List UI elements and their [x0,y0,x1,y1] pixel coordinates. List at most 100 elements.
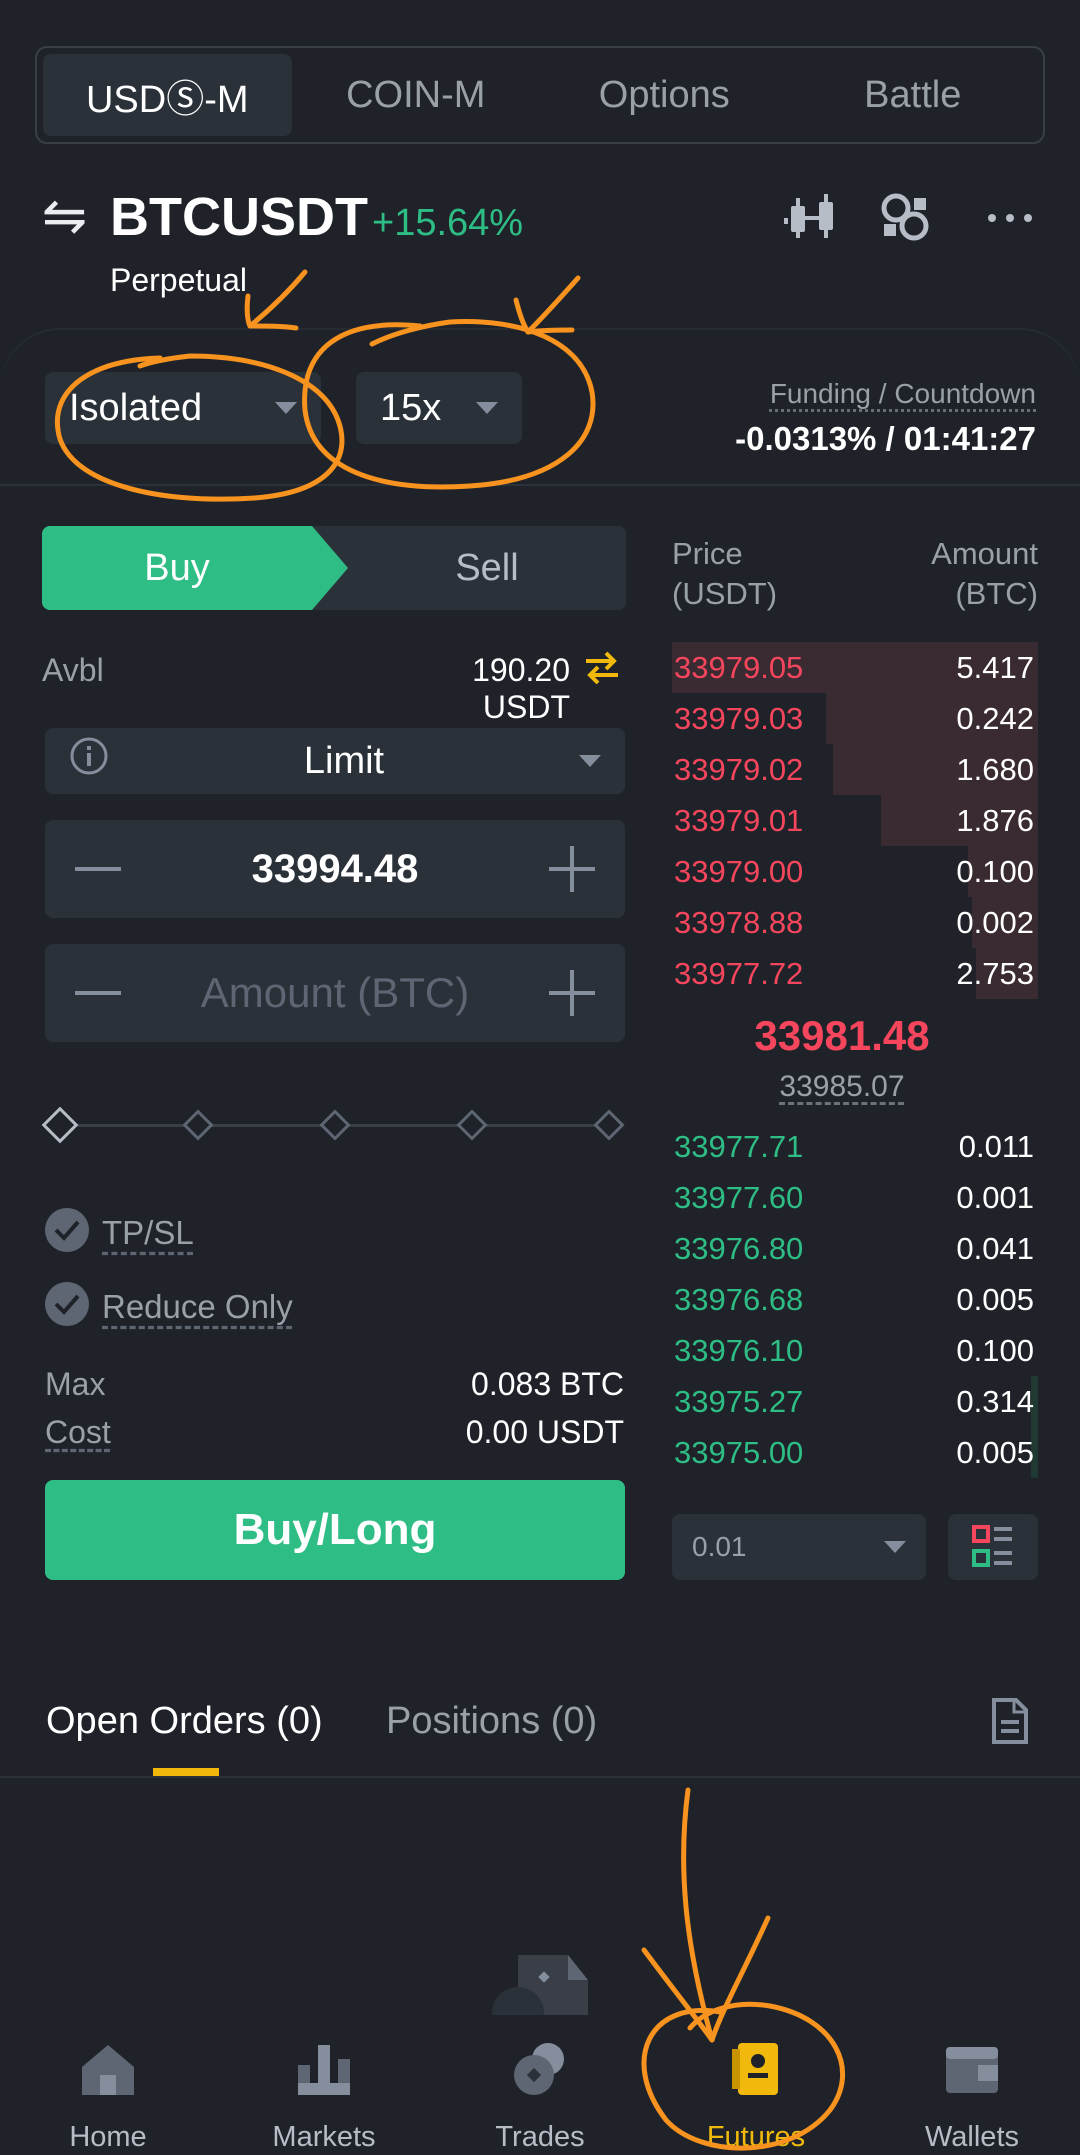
bid-price: 33977.60 [674,1180,804,1215]
markets-icon [298,2045,350,2095]
ask-amount: 5.417 [956,650,1034,685]
order-history-icon[interactable] [990,1696,1030,1746]
price-change-percent: +15.64% [372,202,524,244]
amount-header-line2: (BTC) [955,576,1038,611]
home-icon [82,2045,134,2095]
amount-input[interactable]: Amount (BTC) [45,944,625,1042]
ask-row[interactable]: 33979.03 0.242 [672,693,1038,744]
sell-tab[interactable]: Sell [348,526,626,610]
price-value: 33994.48 [251,846,419,891]
max-value: 0.083 BTC [471,1366,624,1402]
reduce-only-label[interactable]: Reduce Only [102,1288,293,1326]
transfer-icon[interactable] [582,648,622,688]
ask-amount: 1.876 [956,803,1034,838]
bid-price: 33976.10 [674,1333,804,1368]
tab-options[interactable]: Options [540,54,789,136]
link-rings-icon[interactable] [876,190,936,246]
ask-row[interactable]: 33978.88 0.002 [672,897,1038,948]
ask-row[interactable]: 33977.72 2.753 [672,948,1038,999]
bid-price: 33976.80 [674,1231,804,1266]
bid-row[interactable]: 33977.71 0.011 [672,1121,1038,1172]
buy-sell-toggle: Buy Sell [42,526,626,610]
margin-mode-value: Isolated [69,386,203,429]
chevron-down-icon [578,755,601,767]
reduce-only-checkbox[interactable] [45,1282,89,1326]
ask-amount: 0.242 [956,701,1034,736]
price-header-line1: Price [672,536,743,571]
tab-positions[interactable]: Positions (0) [386,1700,597,1743]
ask-row[interactable]: 33979.01 1.876 [672,795,1038,846]
minus-icon[interactable] [75,970,121,1016]
tab-battle[interactable]: Battle [789,54,1038,136]
precision-dropdown[interactable]: 0.01 [672,1514,926,1580]
order-type-dropdown[interactable]: Limit [45,728,625,794]
plus-icon[interactable] [549,846,595,892]
nav-futures[interactable]: Futures [648,2015,864,2155]
bottom-nav: Home Markets Trades Futures Wallets [0,2015,1080,2155]
candlestick-chart-icon[interactable] [782,190,842,246]
plus-icon[interactable] [548,970,595,1016]
minus-icon[interactable] [75,846,121,892]
ask-amount: 0.002 [956,905,1034,940]
price-input[interactable]: 33994.48 [45,820,625,918]
available-value: 190.20 USDT [472,652,570,725]
pair-symbol[interactable]: BTCUSDT [110,186,368,248]
nav-home[interactable]: Home [0,2015,216,2155]
contract-subtitle: Perpetual [110,262,247,298]
active-tab-indicator [153,1768,219,1776]
order-type-value: Limit [303,739,385,782]
bid-row[interactable]: 33976.80 0.041 [672,1223,1038,1274]
ask-price: 33979.01 [674,803,804,838]
nav-markets-label: Markets [272,2121,376,2153]
bid-row[interactable]: 33975.27 0.314 [672,1376,1038,1427]
mark-price-value: 33985.07 [779,1070,905,1103]
tpsl-label[interactable]: TP/SL [102,1214,194,1252]
info-icon[interactable] [69,736,109,786]
last-price: 33981.48 [754,1012,930,1059]
tab-coin-m[interactable]: COIN-M [292,54,541,136]
orderbook-price-header: Price (USDT) [672,534,777,614]
ask-price: 33977.72 [674,956,804,991]
bid-amount: 0.005 [956,1435,1034,1470]
funding-label[interactable]: Funding / Countdown [770,378,1036,410]
tab-open-orders[interactable]: Open Orders (0) [46,1700,323,1743]
bid-row[interactable]: 33976.68 0.005 [672,1274,1038,1325]
ask-amount: 1.680 [956,752,1034,787]
ask-row[interactable]: 33979.02 1.680 [672,744,1038,795]
ask-row[interactable]: 33979.05 5.417 [672,642,1038,693]
buy-long-button[interactable]: Buy/Long [45,1480,625,1580]
ask-row[interactable]: 33979.00 0.100 [672,846,1038,897]
nav-wallets[interactable]: Wallets [864,2015,1080,2155]
empty-orders-illustration-icon [488,1955,608,2039]
leverage-dropdown[interactable]: 15x [356,372,522,444]
amount-placeholder: Amount (BTC) [200,969,470,1016]
annotation-arrow-margin [247,269,308,329]
nav-home-label: Home [69,2121,147,2153]
chevron-down-icon [884,1541,906,1553]
nav-trades[interactable]: Trades [432,2015,648,2155]
precision-value: 0.01 [692,1531,747,1562]
mark-price[interactable]: 33985.07 [672,1070,1012,1104]
cost-label[interactable]: Cost [45,1414,111,1451]
margin-mode-dropdown[interactable]: Isolated [45,372,321,444]
bid-price: 33975.27 [674,1384,804,1419]
tpsl-checkbox[interactable] [45,1208,89,1252]
tab-usds-m[interactable]: USDⓈ-M [43,54,292,136]
swap-pair-icon[interactable]: ⇋ [42,189,94,243]
chevron-down-icon [476,402,498,414]
bid-price: 33977.71 [674,1129,804,1164]
wallet-icon [946,2047,998,2093]
bid-row[interactable]: 33975.00 0.005 [672,1427,1038,1478]
orderbook-layout-button[interactable] [948,1514,1038,1580]
trades-icon [514,2043,564,2095]
nav-wallets-label: Wallets [925,2121,1019,2153]
buy-tab[interactable]: Buy [42,526,348,610]
bid-row[interactable]: 33976.10 0.100 [672,1325,1038,1376]
ask-price: 33978.88 [674,905,804,940]
nav-markets[interactable]: Markets [216,2015,432,2155]
more-options-icon[interactable] [980,190,1040,246]
bid-row[interactable]: 33977.60 0.001 [672,1172,1038,1223]
divider [0,484,1080,486]
bid-amount: 0.100 [956,1333,1034,1368]
orderbook-layout-icon [972,1525,1012,1567]
